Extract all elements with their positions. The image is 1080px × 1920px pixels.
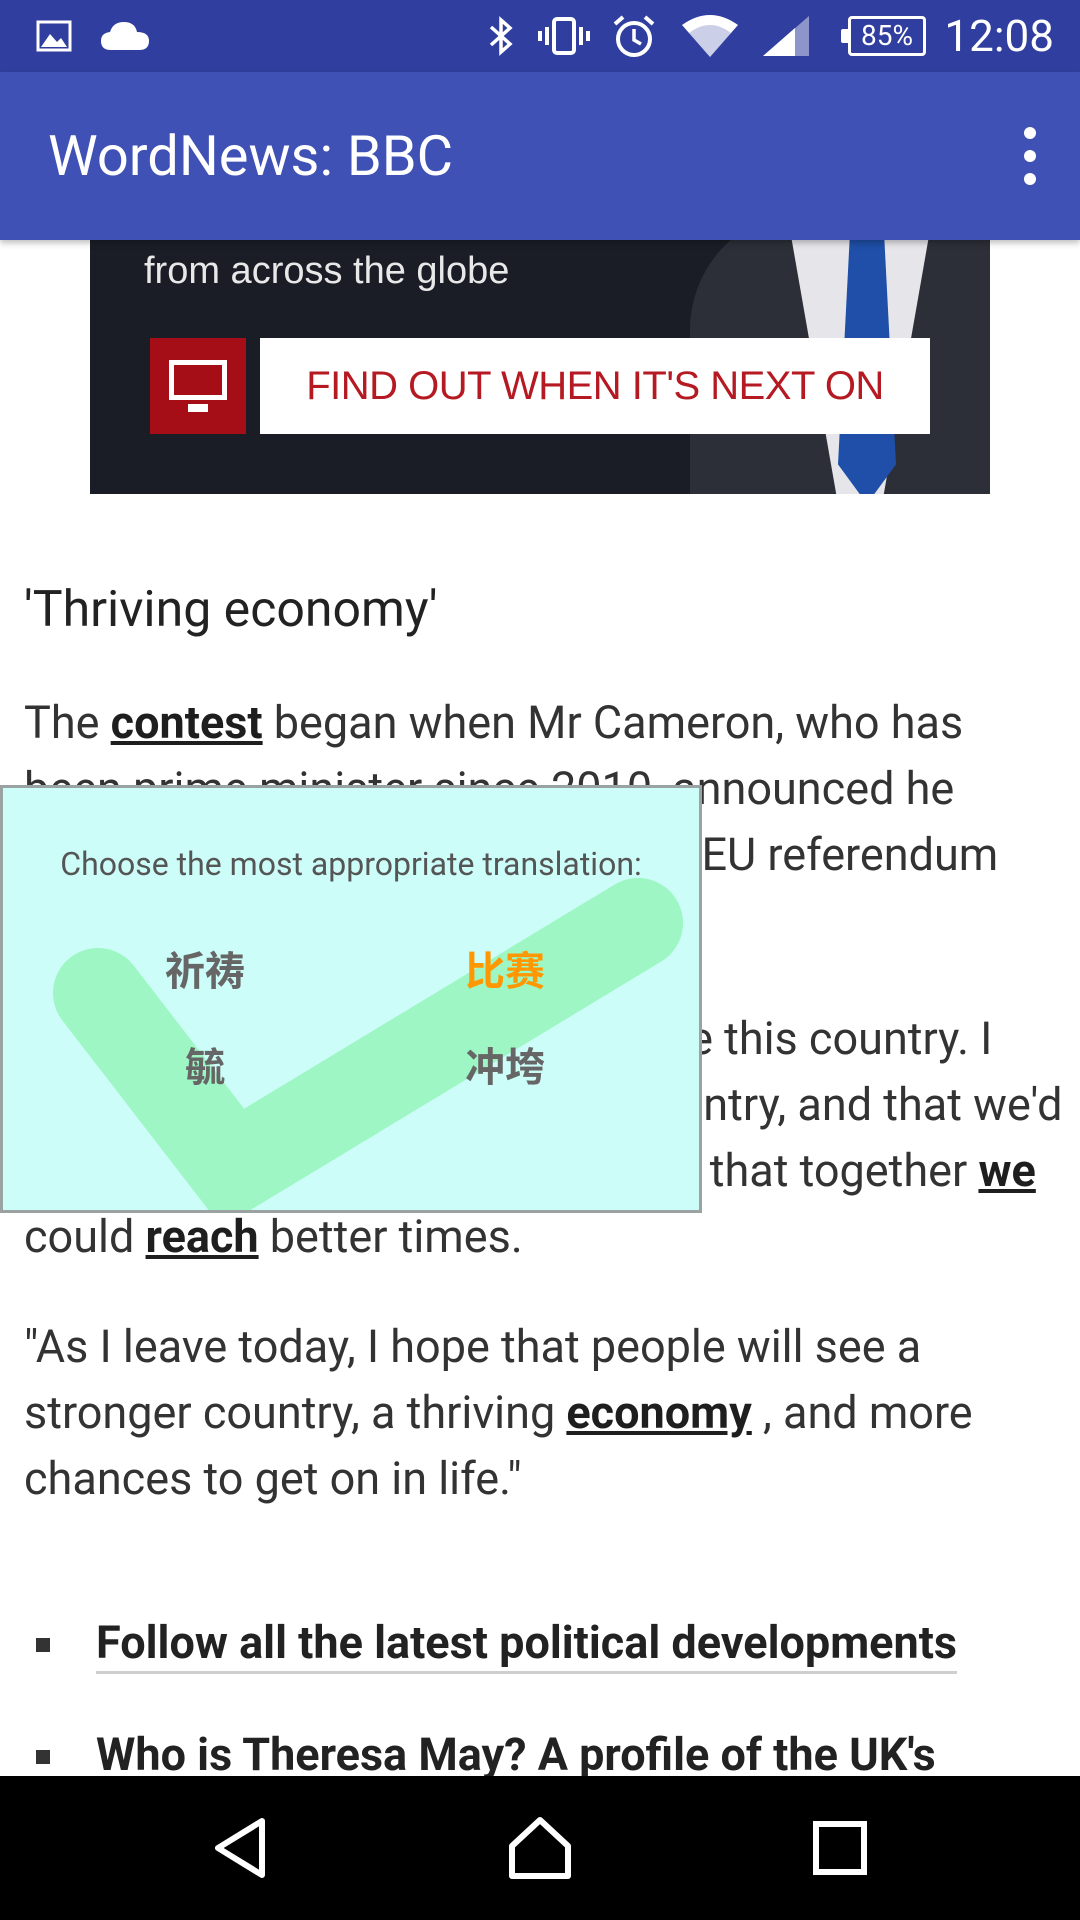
bullet-marker [36, 1750, 50, 1764]
list-item[interactable]: Follow all the latest political developm… [24, 1610, 1064, 1676]
text-run: The [24, 696, 111, 749]
banner-text: from across the globe [144, 250, 510, 292]
battery-indicator: 85% [841, 16, 926, 56]
home-icon[interactable] [498, 1806, 582, 1890]
keyword-reach[interactable]: reach [146, 1210, 259, 1263]
list-item[interactable]: Who is Theresa May? A profile of the UK'… [24, 1722, 1064, 1776]
related-link[interactable]: Follow all the latest political developm… [96, 1616, 958, 1674]
tv-icon [150, 338, 246, 434]
related-link[interactable]: Who is Theresa May? A profile of the UK'… [96, 1728, 936, 1776]
app-bar: WordNews: BBC [0, 72, 1080, 240]
wifi-icon [678, 14, 742, 58]
keyword-we[interactable]: we [978, 1144, 1035, 1197]
translation-popup[interactable]: Choose the most appropriate translation:… [0, 785, 702, 1213]
vibrate-icon [536, 14, 592, 58]
text-run: could [24, 1210, 146, 1263]
alarm-icon [610, 14, 658, 58]
translation-option-3[interactable]: 毓 [85, 1036, 325, 1092]
bluetooth-icon [484, 14, 518, 58]
translation-option-4[interactable]: 冲垮 [385, 1036, 625, 1092]
image-icon [34, 14, 74, 58]
signal-icon [760, 14, 812, 58]
navigation-bar [0, 1776, 1080, 1920]
bullet-marker [36, 1638, 50, 1652]
recents-icon[interactable] [798, 1806, 882, 1890]
text-run: better times. [258, 1210, 523, 1263]
translation-option-1[interactable]: 祈祷 [85, 940, 325, 996]
promo-banner[interactable]: from across the globe FIND OUT WHEN IT'S… [90, 240, 990, 494]
clock: 12:08 [944, 10, 1054, 62]
banner-cta-button[interactable]: FIND OUT WHEN IT'S NEXT ON [260, 338, 930, 434]
keyword-contest[interactable]: contest [111, 696, 263, 749]
article-subhead: 'Thriving economy' [24, 581, 438, 639]
translation-option-2[interactable]: 比赛 [385, 940, 625, 996]
app-title: WordNews: BBC [48, 123, 454, 189]
popup-prompt: Choose the most appropriate translation: [60, 845, 642, 883]
status-bar: 85% 12:08 [0, 0, 1080, 72]
overflow-menu-icon[interactable] [998, 112, 1062, 200]
article-paragraph-3: "As I leave today, I hope that people wi… [24, 1314, 1064, 1512]
cloud-icon [98, 14, 152, 58]
keyword-economy[interactable]: economy [566, 1386, 751, 1439]
back-icon[interactable] [198, 1806, 282, 1890]
related-links: Follow all the latest political developm… [24, 1610, 1064, 1776]
